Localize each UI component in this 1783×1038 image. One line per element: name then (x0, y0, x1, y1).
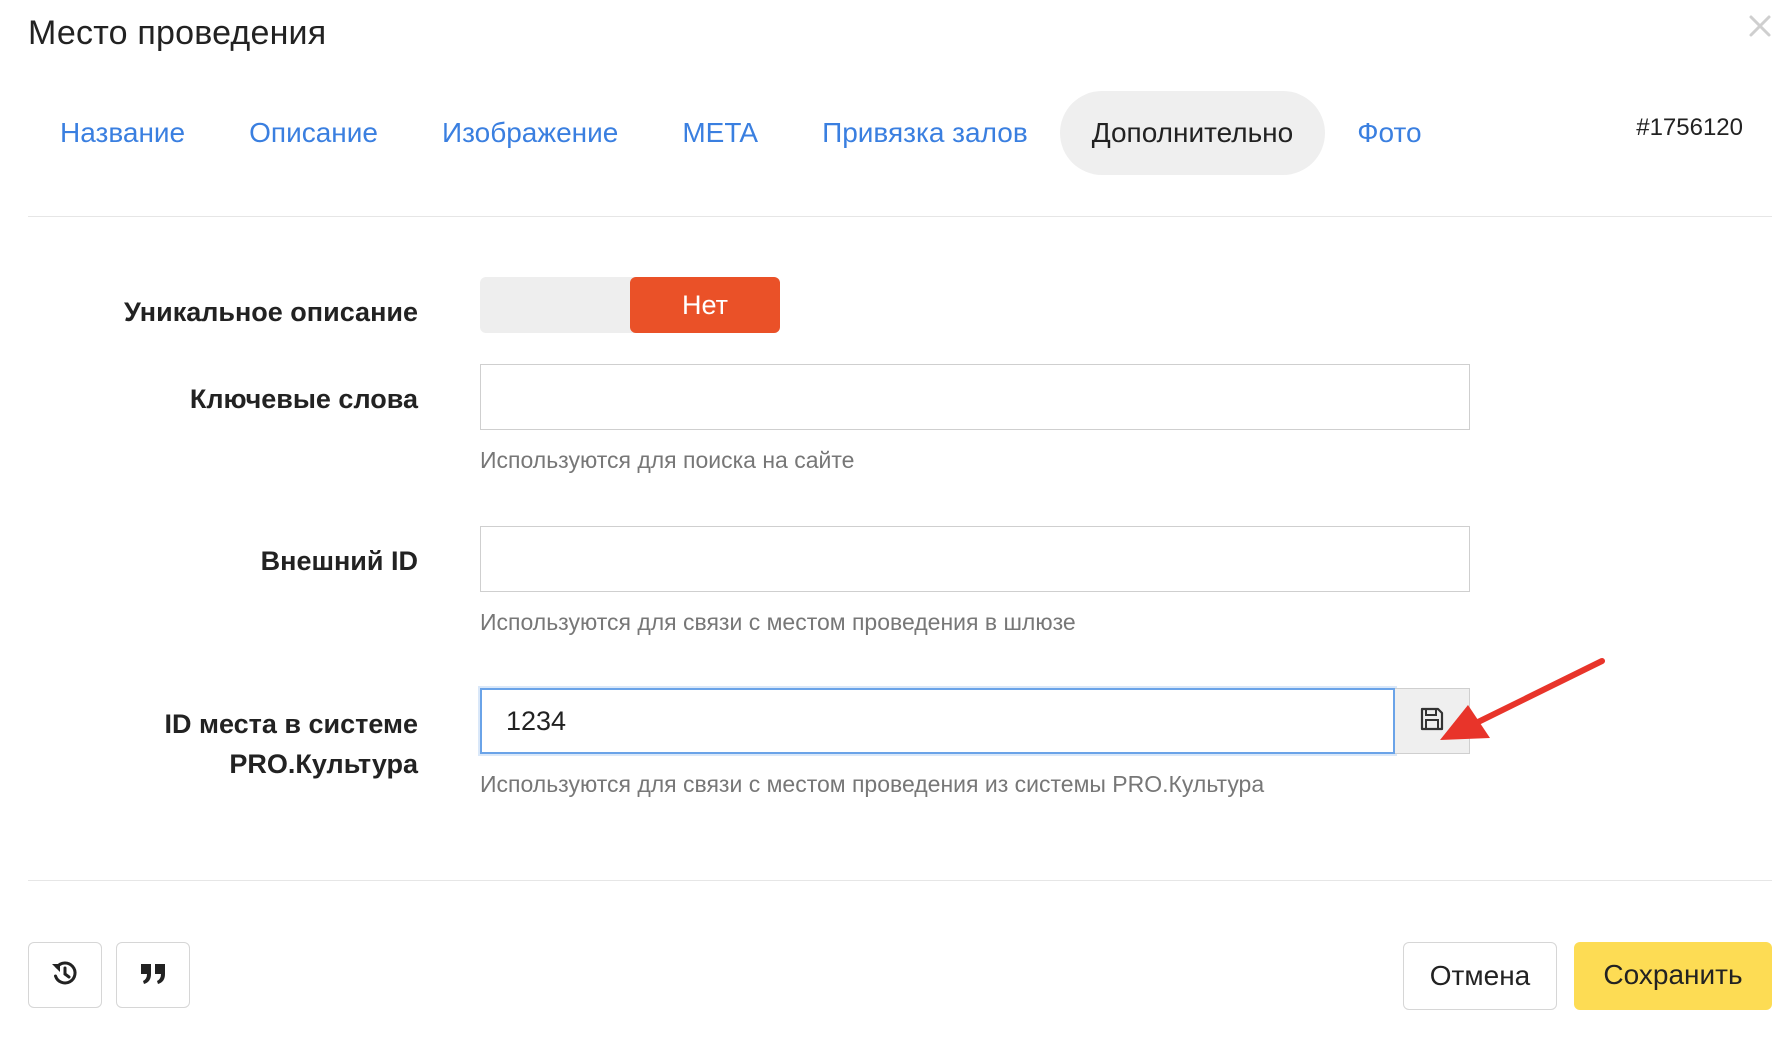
keywords-hint: Используются для поиска на сайте (480, 447, 855, 473)
external-id-input[interactable] (480, 526, 1470, 592)
toggle-value: Нет (630, 277, 780, 333)
pro-culture-id-label-line2: PRO.Культура (229, 749, 418, 779)
annotation-arrow (1440, 658, 1605, 740)
pro-culture-id-hint: Используются для связи с местом проведен… (480, 771, 1265, 797)
pro-culture-id-label-line1: ID места в системе (164, 709, 419, 739)
pro-culture-id-input[interactable] (480, 688, 1395, 754)
tab-bar: Название Описание Изображение META Привя… (28, 90, 1454, 176)
dialog-title: Место проведения (28, 14, 327, 52)
quote-icon (138, 958, 168, 993)
divider-bottom (28, 880, 1772, 881)
external-id-hint: Используются для связи с местом проведен… (480, 609, 1076, 635)
tab-image[interactable]: Изображение (410, 91, 650, 175)
tab-additional[interactable]: Дополнительно (1059, 91, 1326, 175)
history-icon (50, 958, 80, 993)
history-button[interactable] (28, 942, 102, 1008)
tab-photo[interactable]: Фото (1325, 91, 1453, 175)
keywords-label: Ключевые слова (189, 384, 418, 414)
quote-button[interactable] (116, 942, 190, 1008)
external-id-label: Внешний ID (260, 546, 418, 576)
keywords-input[interactable] (480, 364, 1470, 430)
tab-description[interactable]: Описание (217, 91, 410, 175)
close-icon[interactable] (1746, 12, 1774, 40)
divider-top (28, 216, 1772, 217)
unique-description-label: Уникальное описание (124, 297, 418, 327)
tab-name[interactable]: Название (28, 91, 217, 175)
record-id: #1756120 (1636, 114, 1743, 141)
tab-meta[interactable]: META (650, 91, 790, 175)
tab-hall-binding[interactable]: Привязка залов (790, 91, 1060, 175)
pro-culture-id-label: ID места в системе PRO.Культура (165, 704, 419, 784)
venue-dialog: Место проведения Название Описание Изобр… (0, 0, 1783, 1038)
save-button[interactable]: Сохранить (1574, 942, 1772, 1010)
unique-description-toggle[interactable]: Нет (480, 277, 780, 333)
cancel-button[interactable]: Отмена (1403, 942, 1557, 1010)
